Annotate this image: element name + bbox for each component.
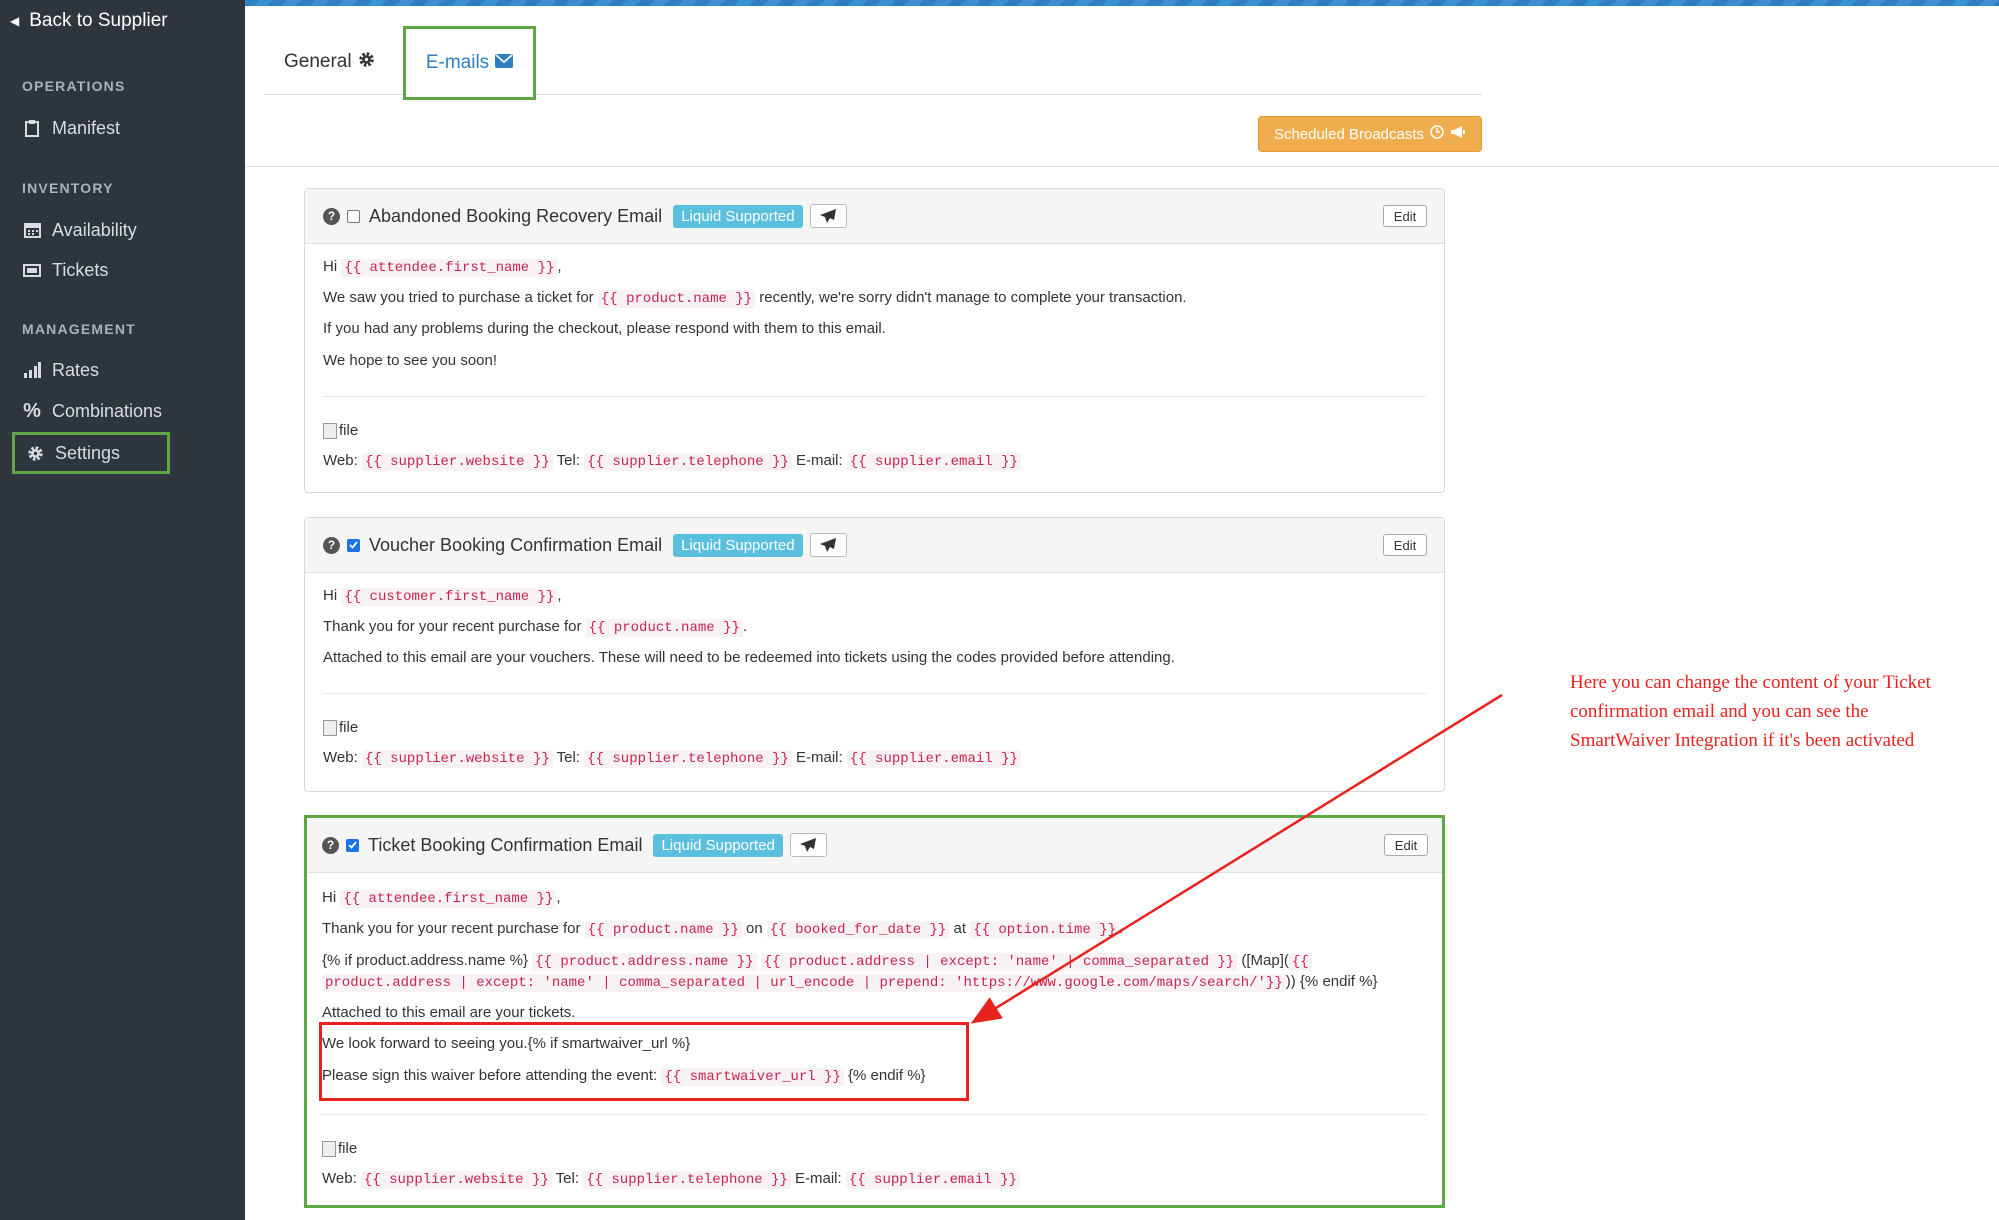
broken-image-icon xyxy=(323,422,337,439)
clock-icon xyxy=(1430,125,1444,143)
footer-line: Web: {{ supplier.website }} Tel: {{ supp… xyxy=(323,452,1021,471)
email-line: {% if product.address.name %} {{ product… xyxy=(322,952,1312,971)
edit-button[interactable]: Edit xyxy=(1383,534,1427,556)
tab-label: E-mails xyxy=(425,52,490,73)
send-test-button[interactable] xyxy=(809,533,847,557)
enable-checkbox[interactable] xyxy=(347,209,360,223)
sidebar-item-manifest[interactable]: Manifest xyxy=(12,109,168,147)
email-line: product.address | except: 'name' | comma… xyxy=(322,973,1377,992)
sidebar-item-label: Rates xyxy=(52,359,100,380)
divider xyxy=(322,1114,1427,1115)
tab-emails[interactable]: E-mails xyxy=(403,26,536,100)
paper-plane-icon xyxy=(800,838,817,852)
percent-icon: % xyxy=(23,399,41,422)
bar-chart-icon xyxy=(12,362,52,378)
tab-label: General xyxy=(284,51,352,72)
email-line: Attached to this email are your vouchers… xyxy=(323,649,1175,666)
send-test-button[interactable] xyxy=(809,204,847,228)
edit-button[interactable]: Edit xyxy=(1384,834,1428,856)
divider xyxy=(323,693,1426,694)
help-icon[interactable]: ? xyxy=(323,536,340,554)
tab-general[interactable]: General xyxy=(284,48,375,76)
send-test-button[interactable] xyxy=(789,833,827,857)
section-title-management: MANAGEMENT xyxy=(22,321,136,337)
envelope-icon xyxy=(495,52,514,74)
help-icon[interactable]: ? xyxy=(322,836,339,854)
email-line: Thank you for your recent purchase for {… xyxy=(322,920,1124,939)
email-line: Hi {{ attendee.first_name }}, xyxy=(323,258,562,277)
email-line: Thank you for your recent purchase for {… xyxy=(323,618,748,637)
panel-header: ? Ticket Booking Confirmation Email Liqu… xyxy=(307,818,1442,873)
section-title-inventory: INVENTORY xyxy=(22,180,114,196)
button-label: Scheduled Broadcasts xyxy=(1273,125,1425,143)
ticket-icon xyxy=(12,263,52,277)
section-title-operations: OPERATIONS xyxy=(22,78,126,94)
edit-button[interactable]: Edit xyxy=(1383,205,1427,227)
liquid-supported-badge: Liquid Supported xyxy=(673,533,803,557)
email-panel-abandoned: ? Abandoned Booking Recovery Email Liqui… xyxy=(304,188,1445,493)
liquid-supported-badge: Liquid Supported xyxy=(673,204,803,228)
email-line: If you had any problems during the check… xyxy=(323,320,886,337)
smartwaiver-highlight-box xyxy=(319,1022,969,1101)
sidebar-item-label: Manifest xyxy=(52,117,121,138)
scheduled-broadcasts-button[interactable]: Scheduled Broadcasts xyxy=(1258,116,1482,152)
footer-line: Web: {{ supplier.website }} Tel: {{ supp… xyxy=(323,749,1021,768)
gear-icon xyxy=(15,445,55,462)
back-to-supplier-link[interactable]: ◀ Back to Supplier xyxy=(10,10,168,32)
sidebar-item-settings[interactable]: Settings xyxy=(12,432,170,474)
clipboard-icon xyxy=(12,119,52,137)
panel-header: ? Abandoned Booking Recovery Email Liqui… xyxy=(305,189,1444,244)
sidebar-item-label: Tickets xyxy=(52,259,109,280)
sidebar-item-combinations[interactable]: % Combinations xyxy=(12,392,168,430)
panel-header: ? Voucher Booking Confirmation Email Liq… xyxy=(305,518,1444,573)
email-line: Attached to this email are your tickets. xyxy=(322,1004,576,1021)
enable-checkbox[interactable] xyxy=(346,838,359,852)
back-label: Back to Supplier xyxy=(29,10,168,31)
email-line: We saw you tried to purchase a ticket fo… xyxy=(323,289,1187,308)
email-title: Voucher Booking Confirmation Email xyxy=(369,534,663,555)
annotation-note: Here you can change the content of your … xyxy=(1570,672,1931,751)
email-line: Hi {{ attendee.first_name }}, xyxy=(322,889,561,908)
calendar-icon xyxy=(12,222,52,238)
help-icon[interactable]: ? xyxy=(323,207,340,225)
file-image: file xyxy=(322,1140,357,1157)
sidebar-item-rates[interactable]: Rates xyxy=(12,351,168,389)
email-panel-voucher: ? Voucher Booking Confirmation Email Liq… xyxy=(304,517,1445,792)
paper-plane-icon xyxy=(820,209,837,223)
sidebar-item-tickets[interactable]: Tickets xyxy=(12,251,168,289)
sidebar: ◀ Back to Supplier OPERATIONS Manifest I… xyxy=(0,0,245,1220)
gear-icon xyxy=(358,51,375,74)
email-panel-ticket: ? Ticket Booking Confirmation Email Liqu… xyxy=(304,815,1445,1208)
footer-line: Web: {{ supplier.website }} Tel: {{ supp… xyxy=(322,1170,1020,1189)
email-line: Hi {{ customer.first_name }}, xyxy=(323,587,562,606)
divider xyxy=(323,396,1426,397)
broken-image-icon xyxy=(322,1140,336,1157)
broken-image-icon xyxy=(323,719,337,736)
file-image: file xyxy=(323,422,358,439)
file-image: file xyxy=(323,719,358,736)
sidebar-item-availability[interactable]: Availability xyxy=(12,211,168,249)
sidebar-item-label: Availability xyxy=(52,219,137,240)
email-title: Ticket Booking Confirmation Email xyxy=(368,834,643,855)
paper-plane-icon xyxy=(820,538,837,552)
caret-left-icon: ◀ xyxy=(10,14,20,28)
liquid-supported-badge: Liquid Supported xyxy=(653,833,783,857)
sidebar-item-label: Settings xyxy=(55,442,121,463)
bullhorn-icon xyxy=(1450,125,1466,143)
email-line: We hope to see you soon! xyxy=(323,352,498,369)
enable-checkbox[interactable] xyxy=(347,538,360,552)
sidebar-item-label: Combinations xyxy=(52,400,163,421)
email-title: Abandoned Booking Recovery Email xyxy=(369,205,663,226)
